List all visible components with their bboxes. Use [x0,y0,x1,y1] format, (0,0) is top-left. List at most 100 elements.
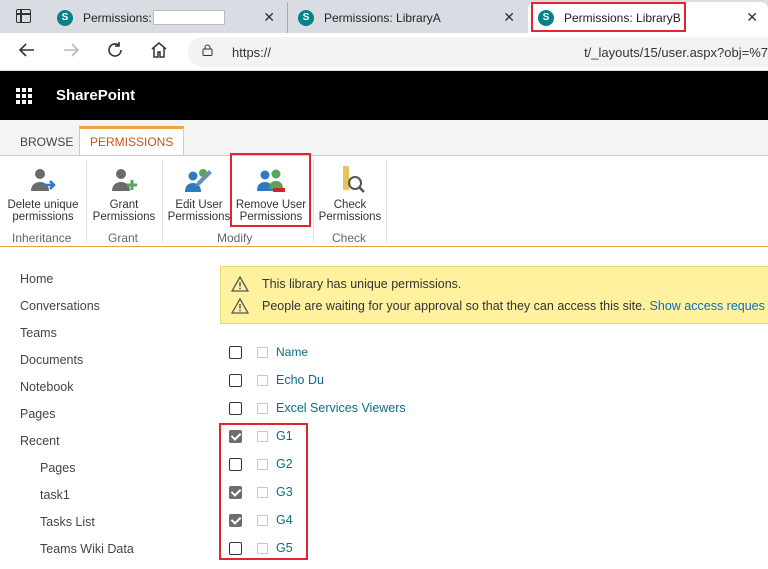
status-banner: This library has unique permissions. Peo… [220,266,768,324]
ribbon-separator [313,160,314,242]
sharepoint-icon: S [538,9,557,26]
banner-text-2: People are waiting for your approval so … [262,299,646,313]
left-navigation: Home Conversations Teams Documents Noteb… [20,272,134,569]
url-text-end: t/_layouts/15/user.aspx?obj=%7 [584,45,768,60]
table-row: G3 [228,478,528,506]
grant-permissions-button[interactable]: Grant Permissions [90,164,158,223]
sharepoint-icon: S [57,9,76,26]
ribbon-tabs: BROWSE PERMISSIONS [0,120,768,156]
row-name-link[interactable]: Excel Services Viewers [276,401,406,415]
nav-item-pages[interactable]: Pages [20,407,134,434]
window-menu-icon[interactable] [16,9,31,23]
grant-permissions-icon [108,164,140,196]
button-label-line2: Permissions [239,210,303,223]
browser-navbar: https:// t/_layouts/15/user.aspx?obj=%7 [0,33,768,71]
remove-user-permissions-icon [255,164,287,196]
browser-tab-1[interactable]: S Permissions: ✕ [47,2,285,33]
redacted-text [152,10,225,25]
remove-user-permissions-button[interactable]: Remove User Permissions [234,164,308,223]
group-label-check: Check [332,231,367,245]
row-checkbox[interactable] [229,402,242,415]
row-checkbox[interactable] [229,430,242,443]
warning-icon [231,298,249,314]
nav-item-notebook[interactable]: Notebook [20,380,134,407]
table-row: Excel Services Viewers [228,394,528,422]
row-name-link[interactable]: G2 [276,457,293,471]
banner-text-1: This library has unique permissions. [262,277,462,291]
delete-unique-permissions-button[interactable]: Delete unique permissions [4,164,82,223]
group-label-grant: Grant [108,231,139,245]
table-row: G4 [228,506,528,534]
row-name-link[interactable]: Echo Du [276,373,324,387]
row-secondary-checkbox[interactable] [257,431,268,442]
nav-subitem-task1[interactable]: task1 [20,488,134,515]
row-secondary-checkbox[interactable] [257,543,268,554]
header-secondary-checkbox[interactable] [257,347,268,358]
nav-item-teams[interactable]: Teams [20,326,134,353]
browser-tab-2[interactable]: S Permissions: LibraryA ✕ [287,2,525,33]
row-checkbox[interactable] [229,542,242,555]
row-secondary-checkbox[interactable] [257,403,268,414]
tab-title: Permissions: LibraryB [564,10,681,25]
browser-tab-strip: S Permissions: ✕ S Permissions: LibraryA… [0,0,768,33]
suite-brand[interactable]: SharePoint [56,87,135,104]
banner-line-1: This library has unique permissions. [231,276,461,292]
address-bar[interactable]: https:// t/_layouts/15/user.aspx?obj=%7 [188,37,768,67]
group-label-modify: Modify [217,231,253,245]
refresh-icon[interactable] [106,41,124,64]
close-tab-icon[interactable]: ✕ [263,9,275,26]
nav-subitem-tasks-list[interactable]: Tasks List [20,515,134,542]
browser-tab-3-active[interactable]: S Permissions: LibraryB ✕ [528,2,768,33]
nav-item-recent[interactable]: Recent [20,434,134,461]
row-secondary-checkbox[interactable] [257,487,268,498]
banner-line-2: People are waiting for your approval so … [231,298,765,314]
tab-title: Permissions: LibraryA [324,10,441,25]
lock-icon [202,44,213,56]
ribbon-separator [162,160,163,242]
tab-browse[interactable]: BROWSE [20,135,73,149]
row-checkbox[interactable] [229,486,242,499]
row-name-link[interactable]: G5 [276,541,293,555]
button-label-line1: Edit User [175,199,223,211]
row-secondary-checkbox[interactable] [257,375,268,386]
row-checkbox[interactable] [229,514,242,527]
row-name-link[interactable]: G4 [276,513,293,527]
row-secondary-checkbox[interactable] [257,515,268,526]
row-checkbox[interactable] [229,374,242,387]
home-icon[interactable] [150,41,168,64]
suite-bar: SharePoint [0,71,768,120]
close-tab-icon[interactable]: ✕ [746,9,758,26]
nav-subitem-pages[interactable]: Pages [20,461,134,488]
button-label-line2: Permissions [167,210,231,223]
tab-permissions[interactable]: PERMISSIONS [79,126,185,156]
select-all-checkbox[interactable] [229,346,242,359]
back-icon[interactable] [18,41,36,64]
nav-item-home[interactable]: Home [20,272,134,299]
tab-title: Permissions: [83,10,152,25]
table-row: G5 [228,534,528,562]
app-launcher-icon[interactable] [16,88,32,104]
edit-user-permissions-button[interactable]: Edit User Permissions [166,164,232,223]
row-name-link[interactable]: G1 [276,429,293,443]
forward-icon[interactable] [62,41,80,64]
nav-subitem-teams-wiki-data[interactable]: Teams Wiki Data [20,542,134,569]
nav-item-documents[interactable]: Documents [20,353,134,380]
nav-item-conversations[interactable]: Conversations [20,299,134,326]
row-checkbox[interactable] [229,458,242,471]
column-header-name[interactable]: Name [276,345,308,359]
ribbon: Delete unique permissions Grant Permissi… [0,155,768,247]
row-name-link[interactable]: G3 [276,485,293,499]
table-row: G2 [228,450,528,478]
check-permissions-icon [334,164,366,196]
url-text-start: https:// [232,45,272,60]
delete-unique-permissions-icon [27,164,59,196]
check-permissions-button[interactable]: Check Permissions [316,164,384,223]
show-access-requests-link[interactable]: Show access reques [650,299,765,313]
button-label-line1: Grant [109,199,139,211]
row-secondary-checkbox[interactable] [257,459,268,470]
table-row: G1 [228,422,528,450]
button-label-line2: Permissions [92,210,156,223]
edit-user-permissions-icon [183,164,215,196]
close-tab-icon[interactable]: ✕ [503,9,515,26]
list-header-row: Name [228,338,528,366]
